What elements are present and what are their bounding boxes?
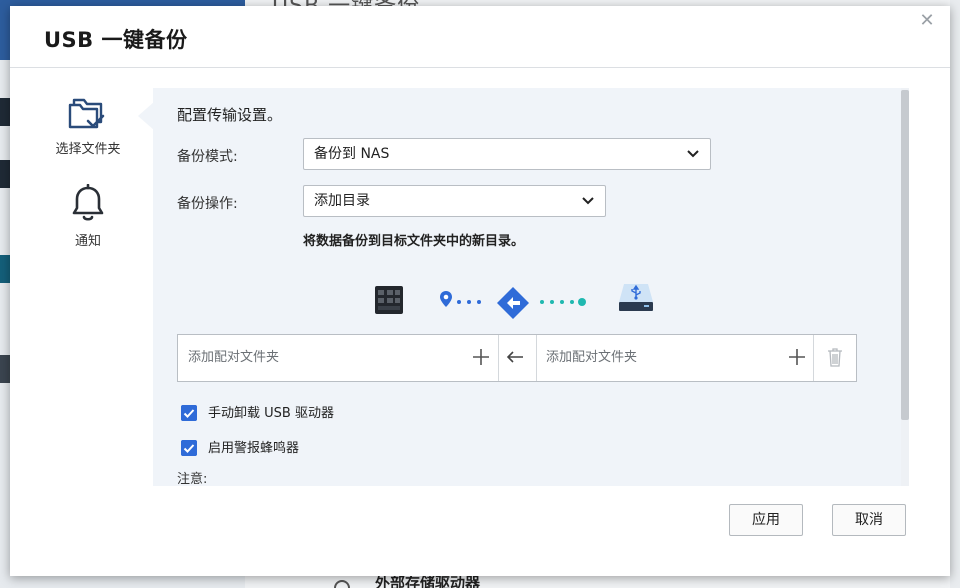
backup-action-label: 备份操作: — [177, 196, 238, 212]
alarm-buzzer-checkbox[interactable] — [181, 440, 197, 456]
apply-button[interactable]: 应用 — [729, 504, 803, 536]
panel-scrollbar[interactable] — [901, 90, 909, 420]
bell-icon — [72, 184, 104, 221]
usb-drive-icon — [619, 284, 653, 311]
target-folder-field[interactable]: 添加配对文件夹 — [536, 335, 812, 381]
flow-end-dot — [578, 298, 586, 306]
unmount-usb-label: 手动卸载 USB 驱动器 — [208, 406, 334, 421]
chevron-down-icon — [582, 197, 594, 205]
pair-divider — [813, 335, 814, 381]
backup-mode-select[interactable]: 备份到 NAS — [303, 138, 711, 170]
flow-dot — [477, 300, 481, 304]
nav-label-notification: 通知 — [74, 234, 101, 249]
unmount-usb-checkbox[interactable] — [181, 405, 197, 421]
flow-dot — [457, 300, 461, 304]
flow-dot — [560, 300, 564, 304]
section-title: 配置传输设置。 — [177, 106, 283, 124]
dialog-title: USB 一键备份 — [44, 28, 188, 52]
nav-label-select-folder: 选择文件夹 — [55, 142, 121, 157]
flow-dot — [570, 300, 574, 304]
pair-divider — [498, 335, 499, 381]
flow-dot — [467, 300, 471, 304]
source-folder-field[interactable]: 添加配对文件夹 — [178, 335, 498, 381]
nas-icon — [375, 286, 403, 314]
location-pin-icon — [440, 291, 452, 307]
flow-dot — [550, 300, 554, 304]
flow-dot — [540, 300, 544, 304]
folder-pair-box: 添加配对文件夹 添加配对文件夹 — [177, 334, 857, 382]
settings-panel: 配置传输设置。 备份模式: 备份到 NAS 备份操作: 添加目录 将数据备份到目… — [153, 88, 905, 486]
dialog-header: USB 一键备份 ✕ — [10, 6, 950, 68]
background-right-edge — [950, 0, 960, 588]
note-label: 注意: — [177, 472, 208, 486]
add-source-folder-icon[interactable] — [470, 346, 492, 368]
nav-item-notification[interactable]: 通知 — [40, 184, 136, 249]
backup-mode-label: 备份模式: — [177, 149, 238, 165]
add-target-folder-icon[interactable] — [786, 346, 808, 368]
alarm-buzzer-label: 启用警报蜂鸣器 — [208, 441, 300, 456]
cancel-button[interactable]: 取消 — [832, 504, 906, 536]
arrow-left-icon — [506, 351, 523, 363]
close-icon[interactable]: ✕ — [918, 12, 936, 30]
backup-action-select[interactable]: 添加目录 — [303, 185, 606, 217]
nav-active-pointer — [138, 102, 154, 130]
arrow-left-diamond-icon — [497, 287, 529, 319]
folder-check-icon — [68, 98, 105, 129]
backup-action-value: 添加目录 — [314, 193, 370, 209]
usb-backup-dialog: USB 一键备份 ✕ 选择文件夹 通知 配置传输设置。 备份模式: 备份到 NA… — [10, 6, 950, 576]
backup-description: 将数据备份到目标文件夹中的新目录。 — [303, 234, 525, 249]
trash-icon[interactable] — [824, 346, 846, 368]
backup-mode-value: 备份到 NAS — [314, 146, 390, 162]
nav-item-select-folder[interactable]: 选择文件夹 — [40, 94, 136, 157]
chevron-down-icon — [687, 150, 699, 158]
